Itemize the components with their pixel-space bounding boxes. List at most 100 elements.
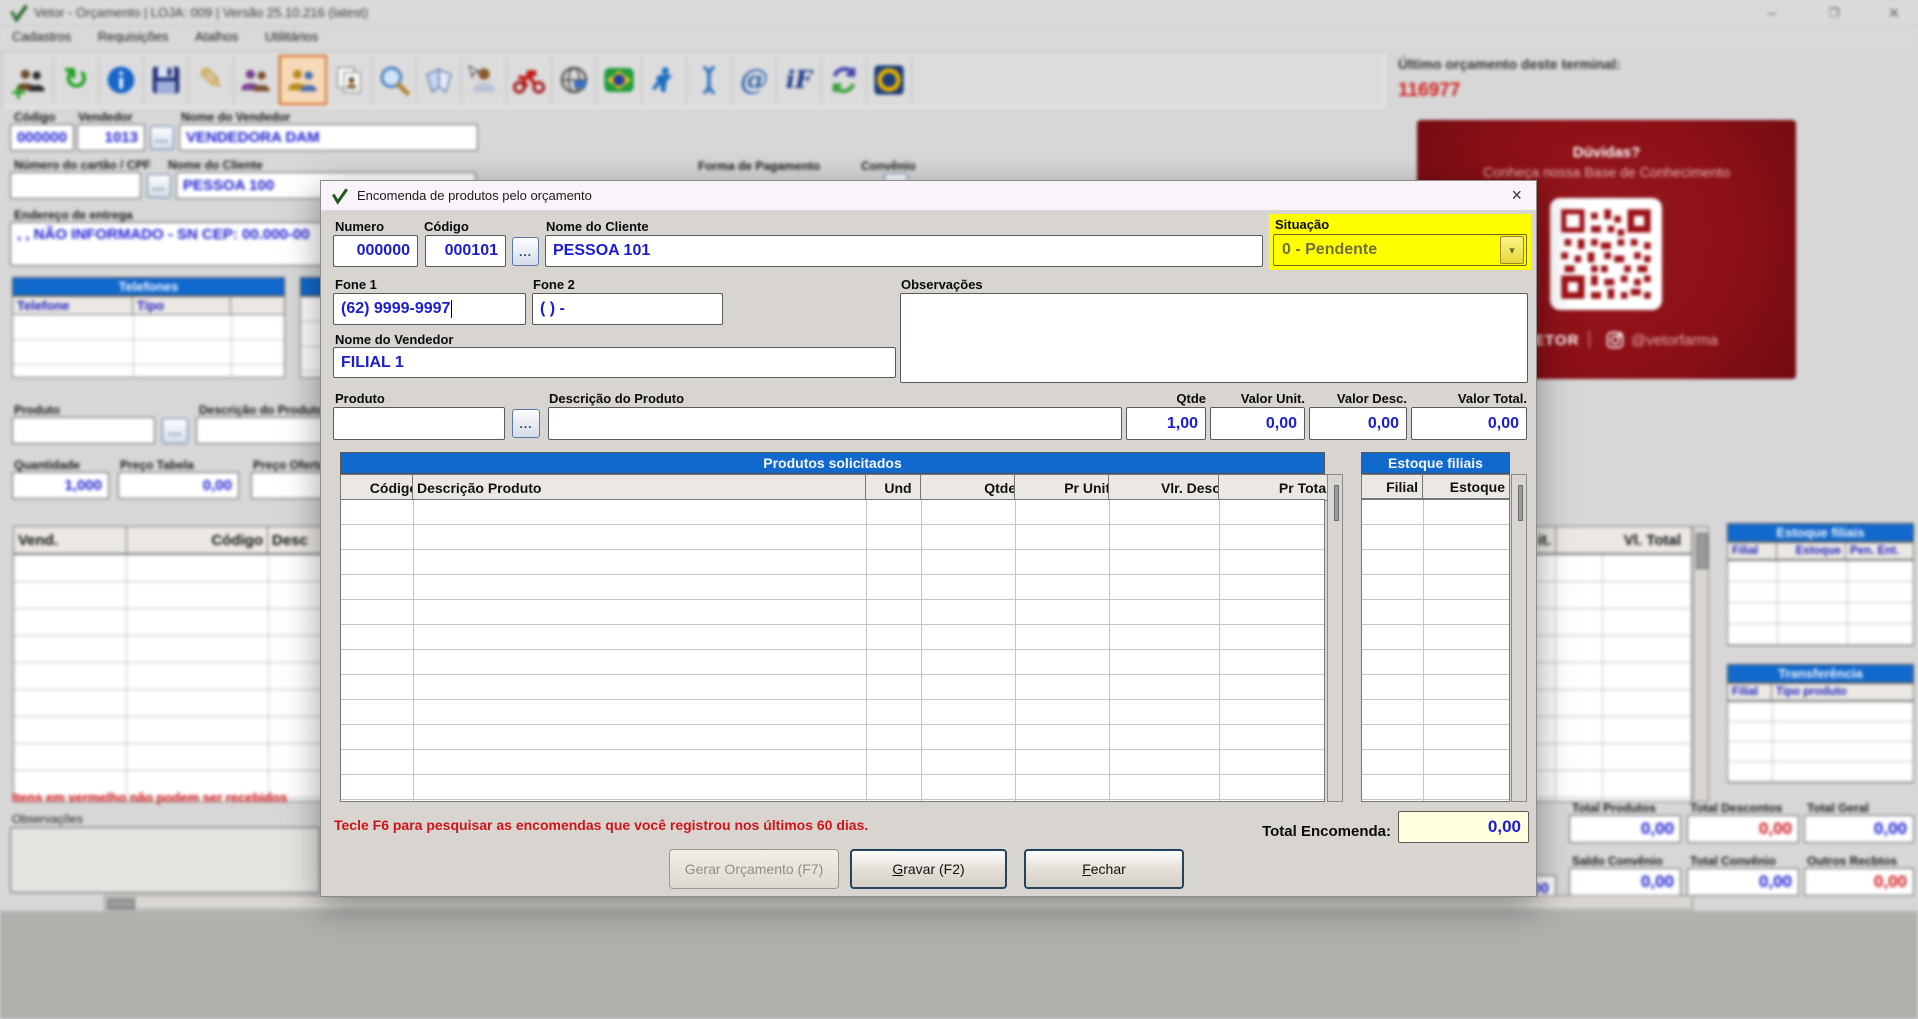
save-icon[interactable] — [144, 57, 189, 103]
h-scrollbar[interactable] — [104, 895, 1693, 910]
descricao-produto-label: Descrição do Produto — [199, 403, 324, 417]
total-descontos-label: Total Descontos — [1690, 801, 1782, 815]
customers-icon[interactable] — [234, 57, 279, 103]
produto-lookup-button[interactable]: ... — [162, 418, 188, 444]
search-icon[interactable] — [372, 57, 417, 103]
dialog-titlebar[interactable]: Encomenda de produtos pelo orçamento × — [321, 181, 1536, 211]
menu-requisicoes[interactable]: Requisições — [98, 26, 169, 48]
valor-desc-field[interactable]: 0,00 — [1309, 407, 1407, 440]
fechar-rest: echar — [1091, 861, 1126, 877]
add-customer-icon[interactable] — [9, 57, 54, 103]
grid-col-vend: Vend. — [13, 526, 127, 554]
convenio-label: Convênio — [861, 159, 916, 173]
products-table-scrollbar[interactable] — [1327, 474, 1343, 802]
ring-icon[interactable] — [867, 57, 912, 103]
dlg-numero-field[interactable]: 000000 — [333, 235, 418, 267]
qtde-field[interactable]: 1,00 — [1126, 407, 1206, 440]
dlg-descricao-field[interactable] — [548, 407, 1122, 440]
quantidade-label: Quantidade — [14, 458, 80, 472]
restore-button-icon[interactable]: ❐ — [1814, 0, 1854, 26]
dlg-observacoes-field[interactable] — [900, 293, 1528, 383]
window-titlebar: Vetor - Orçamento | LOJA: 009 | Versão 2… — [0, 0, 1918, 26]
person-icon[interactable] — [642, 57, 687, 103]
gravar-accel: G — [892, 861, 903, 877]
dlg-estoque-body[interactable] — [1361, 499, 1510, 802]
refresh-icon[interactable]: ↻ — [54, 57, 99, 103]
attend-customer-icon[interactable] — [462, 57, 507, 103]
minimize-button-icon[interactable]: – — [1752, 0, 1792, 26]
spiral-icon[interactable]: @ — [732, 57, 777, 103]
copy-document-icon[interactable] — [327, 57, 372, 103]
last-budget-label: Último orçamento deste terminal: — [1398, 56, 1621, 72]
dlg-estoque-col-estoque: Estoque — [1422, 474, 1510, 499]
fone2-field[interactable]: ( ) - — [532, 293, 723, 325]
toolbar-icons: ↻ ✎ @iF — [3, 52, 1384, 107]
cliente-lookup-button[interactable]: ... — [147, 174, 171, 198]
dlg-produto-field[interactable] — [333, 407, 505, 440]
observacoes-bg-field[interactable] — [10, 827, 320, 893]
sync-icon[interactable] — [822, 57, 867, 103]
valor-unit-field[interactable]: 0,00 — [1210, 407, 1305, 440]
nome-vendedor-label: Nome do Vendedor — [181, 110, 290, 124]
dlg-produto-lookup-button[interactable]: ... — [512, 409, 540, 438]
dlg-estoque-scrollbar[interactable] — [1511, 474, 1527, 802]
info-icon[interactable] — [99, 57, 144, 103]
gravar-button[interactable]: Gravar (F2) — [850, 849, 1007, 889]
vendedor-field[interactable]: 1013 — [77, 124, 145, 151]
qtde-label: Qtde — [1126, 391, 1206, 406]
screen: Vetor - Orçamento | LOJA: 009 | Versão 2… — [0, 0, 1918, 1019]
dlg-nome-vendedor-label: Nome do Vendedor — [335, 332, 453, 347]
catalog-icon[interactable] — [417, 57, 462, 103]
dlg-numero-label: Numero — [335, 219, 384, 234]
situacao-combobox[interactable]: 0 - Pendente ▾ — [1273, 234, 1527, 266]
brazil-flag-icon[interactable] — [597, 57, 642, 103]
fone1-field[interactable]: (62) 9999-9997 — [333, 293, 526, 325]
descricao-produto-field[interactable] — [196, 417, 336, 444]
edit-icon[interactable]: ✎ — [189, 57, 234, 103]
dlg-codigo-label: Código — [424, 219, 469, 234]
menu-cadastros[interactable]: Cadastros — [12, 26, 71, 48]
dialog-close-icon[interactable]: × — [1511, 185, 1522, 206]
nome-vendedor-field[interactable]: VENDEDORA DAM — [179, 124, 478, 151]
dlg-cliente-lookup-button[interactable]: ... — [512, 237, 539, 266]
preco-tabela-field[interactable]: 0,00 — [118, 472, 239, 499]
menu-atalhos[interactable]: Atalhos — [195, 26, 238, 48]
bg-estoque-body[interactable] — [1727, 560, 1914, 646]
dlg-nome-vendedor-field[interactable]: FILIAL 1 — [333, 347, 896, 378]
gerar-orcamento-button[interactable]: Gerar Orçamento (F7) — [669, 849, 839, 889]
codigo-field[interactable]: 000000 — [10, 124, 74, 151]
fiscal-note-icon[interactable]: iF — [777, 57, 822, 103]
close-window-button-icon[interactable]: × — [1874, 0, 1914, 26]
dlg-nome-cliente-field[interactable]: PESSOA 101 — [545, 235, 1263, 267]
chevron-down-icon[interactable]: ▾ — [1500, 236, 1524, 264]
dna-icon[interactable] — [687, 57, 732, 103]
last-budget-value: 116977 — [1398, 80, 1460, 102]
dlg-codigo-field[interactable]: 000101 — [425, 235, 506, 267]
telefones-body[interactable] — [12, 314, 285, 378]
dlg-nome-cliente-label: Nome do Cliente — [546, 219, 649, 234]
col-qtde: Qtde. — [920, 474, 1025, 501]
dialog-logo-icon — [331, 187, 349, 205]
web-shop-icon[interactable] — [552, 57, 597, 103]
fechar-button[interactable]: Fechar — [1024, 849, 1184, 889]
dialog-title: Encomenda de produtos pelo orçamento — [357, 188, 592, 203]
quantidade-field[interactable]: 1,000 — [12, 472, 109, 499]
cartao-field[interactable] — [10, 172, 141, 199]
desktop-area — [0, 911, 1918, 1019]
menubar: Cadastros Requisições Atalhos Utilitário… — [0, 26, 1918, 49]
items-grid-scrollbar[interactable] — [1693, 526, 1709, 802]
situacao-label: Situação — [1275, 217, 1329, 232]
total-geral-label: Total Geral — [1807, 801, 1869, 815]
valor-total-field[interactable]: 0,00 — [1411, 407, 1527, 440]
grid-col-vltotal: Vl. Total — [1555, 526, 1692, 554]
dlg-estoque-col-filial: Filial — [1361, 474, 1423, 499]
menu-utilitarios[interactable]: Utilitários — [265, 26, 318, 48]
fone2-label: Fone 2 — [533, 277, 575, 292]
transferencia-body[interactable] — [1727, 701, 1914, 783]
products-table-body[interactable] — [340, 499, 1325, 802]
vendedor-lookup-button[interactable]: ... — [150, 126, 174, 150]
delivery-icon[interactable] — [507, 57, 552, 103]
produto-field[interactable] — [12, 417, 155, 444]
dlg-descricao-label: Descrição do Produto — [549, 391, 684, 406]
customer-lookup-icon[interactable] — [279, 55, 327, 105]
